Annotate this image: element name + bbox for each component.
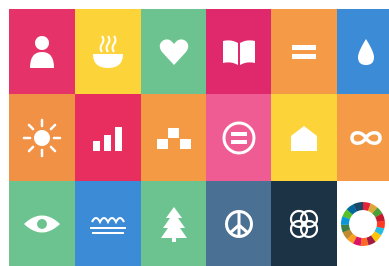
equals-icon [292,44,316,59]
heart-icon [159,38,188,65]
tile-peace[interactable] [206,181,271,266]
house-icon [291,125,317,151]
person-icon [30,35,54,68]
equals-circle-icon [222,121,255,154]
sdg-icon-grid [0,0,389,266]
tile-blocks[interactable] [141,94,206,181]
tile-rings[interactable] [271,181,337,266]
icon-wrap [349,129,383,147]
tile-book[interactable] [206,9,271,94]
waves-icon [90,216,126,234]
tile-equals[interactable] [271,9,337,94]
sun-icon [22,118,62,157]
tile-heart[interactable] [141,9,206,94]
tile-sun[interactable] [9,94,75,181]
blocks-icon [156,127,191,149]
tile-eye[interactable] [9,181,75,266]
bar-chart-icon [93,126,122,151]
peace-icon [224,209,253,238]
bowl-icon [93,34,123,68]
book-icon [222,39,255,65]
tile-tree[interactable] [141,181,206,266]
icon-wrap [356,38,376,66]
tile-waves[interactable] [75,181,141,266]
infinity-icon [350,130,382,145]
eye-icon [24,215,60,232]
tree-icon [160,206,187,242]
tile-bowl[interactable] [75,9,141,94]
tile-infinity[interactable] [337,94,389,181]
rings-icon [289,209,319,238]
tile-water-drop[interactable] [337,9,389,94]
tile-sdg-wheel[interactable] [337,181,389,266]
tile-house[interactable] [271,94,337,181]
sdg-wheel-icon [340,201,385,246]
water-drop-icon [358,38,374,65]
tile-equals-circle[interactable] [206,94,271,181]
tile-person[interactable] [9,9,75,94]
tile-bar-chart[interactable] [75,94,141,181]
